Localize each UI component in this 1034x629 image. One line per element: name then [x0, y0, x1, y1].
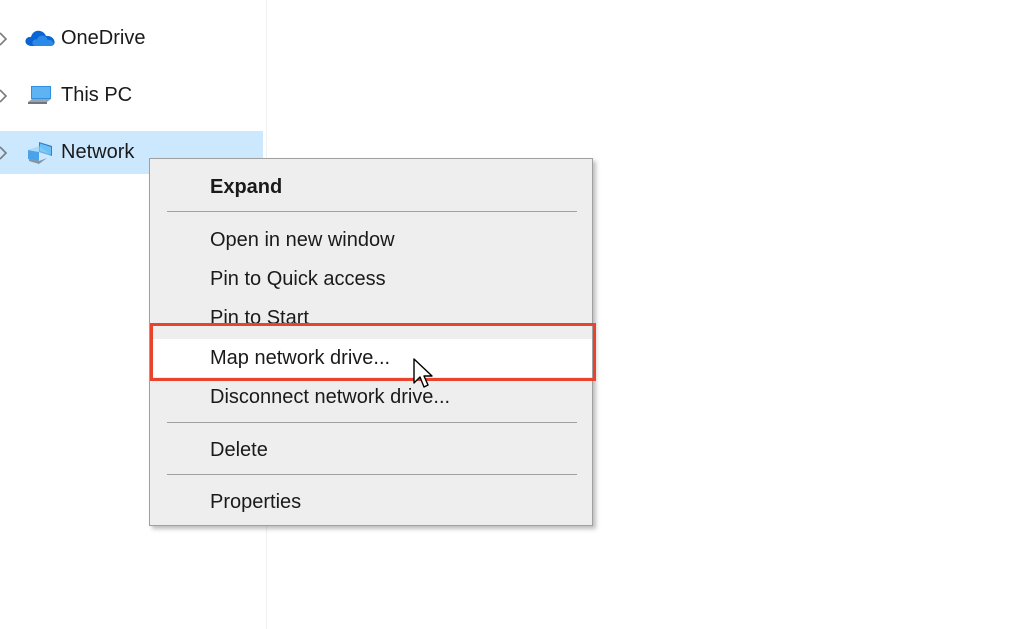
menu-item-delete[interactable]: Delete — [150, 431, 592, 469]
menu-item-label: Pin to Quick access — [210, 267, 386, 290]
menu-item-pin-to-start[interactable]: Pin to Start — [150, 299, 592, 337]
menu-item-properties[interactable]: Properties — [150, 483, 592, 521]
network-icon — [24, 140, 56, 166]
nav-item-label: Network — [61, 141, 135, 163]
nav-item-label: OneDrive — [61, 27, 146, 49]
onedrive-cloud-icon — [24, 26, 56, 52]
chevron-right-icon[interactable] — [0, 88, 10, 103]
menu-separator — [167, 474, 577, 475]
menu-item-label: Map network drive... — [210, 346, 391, 369]
menu-separator — [167, 422, 577, 423]
nav-item-label: This PC — [61, 84, 133, 106]
chevron-right-icon[interactable] — [0, 31, 10, 46]
file-explorer-window: OneDrive This PC Network Expand Open in … — [0, 0, 1034, 629]
menu-item-pin-to-quick-access[interactable]: Pin to Quick access — [150, 260, 592, 298]
menu-item-label: Disconnect network drive... — [210, 385, 451, 408]
menu-item-open-in-new-window[interactable]: Open in new window — [150, 221, 592, 259]
menu-item-label: Open in new window — [210, 228, 395, 251]
nav-item-this-pc[interactable]: This PC — [0, 74, 263, 117]
menu-item-expand[interactable]: Expand — [150, 168, 592, 206]
context-menu: Expand Open in new window Pin to Quick a… — [149, 158, 593, 526]
this-pc-icon — [24, 83, 56, 109]
nav-item-onedrive[interactable]: OneDrive — [0, 17, 263, 60]
menu-separator — [167, 211, 577, 212]
menu-item-map-network-drive[interactable]: Map network drive... — [150, 339, 592, 377]
menu-item-label: Expand — [210, 175, 283, 198]
menu-item-disconnect-network-drive[interactable]: Disconnect network drive... — [150, 378, 592, 416]
menu-item-label: Delete — [210, 438, 268, 461]
menu-item-label: Pin to Start — [210, 306, 309, 329]
menu-item-label: Properties — [210, 490, 302, 513]
chevron-right-icon[interactable] — [0, 145, 10, 160]
